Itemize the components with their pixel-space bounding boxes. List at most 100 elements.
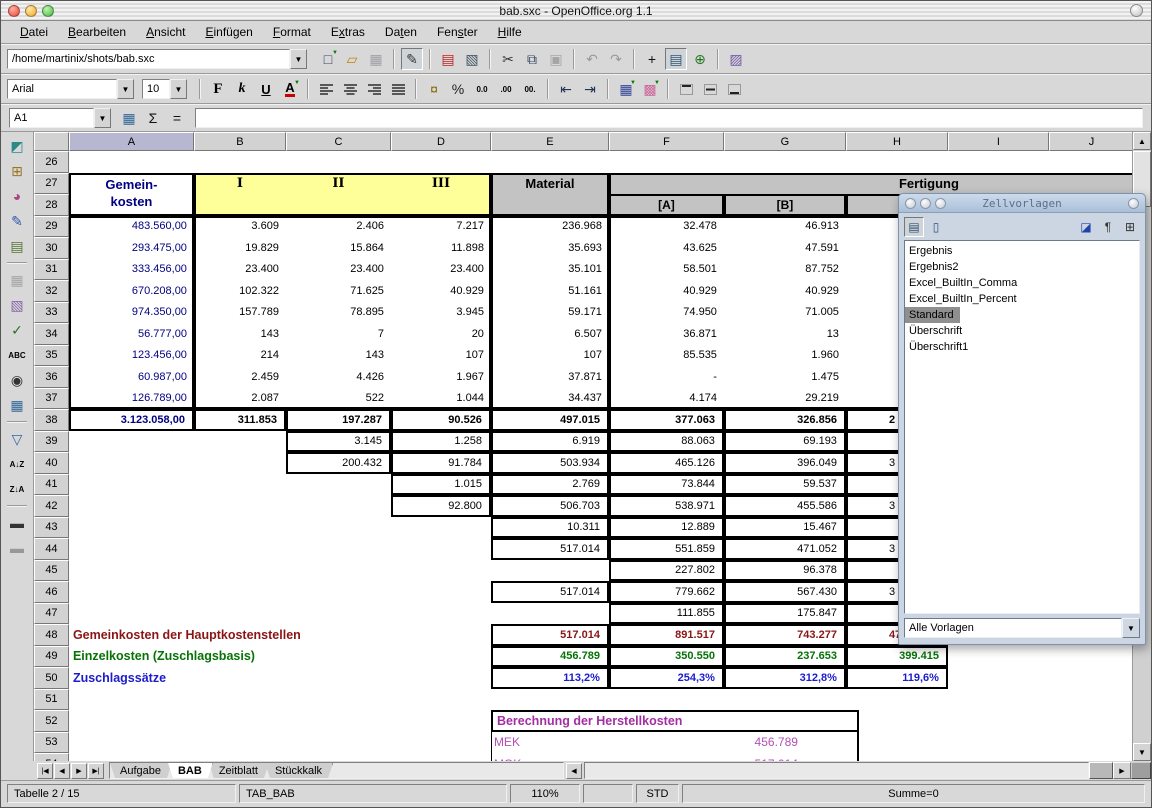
cell-E37[interactable]: 34.437 bbox=[491, 388, 609, 410]
cell-G48[interactable]: 743.277 bbox=[724, 624, 846, 646]
cell-D41[interactable]: 1.015 bbox=[391, 474, 491, 496]
font-name-dropdown-button[interactable]: ▼ bbox=[117, 79, 134, 99]
cell-F35[interactable]: 85.535 bbox=[609, 345, 724, 367]
sheet-tab-zeitblatt[interactable]: Zeitblatt bbox=[209, 763, 269, 778]
italic-icon[interactable]: k bbox=[231, 78, 253, 100]
scroll-down-button[interactable]: ▼ bbox=[1133, 743, 1151, 761]
cell-E35[interactable]: 107 bbox=[491, 345, 609, 367]
row-header-53[interactable]: 53 bbox=[34, 732, 69, 754]
font-size-dropdown-button[interactable]: ▼ bbox=[170, 79, 187, 99]
cell-D35[interactable]: 107 bbox=[391, 345, 491, 367]
cell-H49[interactable]: 399.415 bbox=[846, 646, 948, 668]
cell-B33[interactable]: 157.789 bbox=[194, 302, 286, 324]
cell-D42[interactable]: 92.800 bbox=[391, 495, 491, 517]
cell-D30[interactable]: 11.898 bbox=[391, 237, 491, 259]
open-icon[interactable]: ▱ bbox=[341, 48, 363, 70]
align-center-icon[interactable] bbox=[339, 78, 361, 100]
function-wizard-icon[interactable]: ▦ bbox=[118, 107, 140, 129]
cell-G49[interactable]: 237.653 bbox=[724, 646, 846, 668]
sheet-tab-aufgabe[interactable]: Aufgabe bbox=[110, 763, 172, 778]
autofilter-icon[interactable]: ▽ bbox=[6, 428, 28, 450]
cell-A35[interactable]: 123.456,00 bbox=[69, 345, 194, 367]
autoformat-icon[interactable]: ▦ bbox=[6, 269, 28, 291]
cell-G44[interactable]: 471.052 bbox=[724, 538, 846, 560]
row-header-43[interactable]: 43 bbox=[34, 517, 69, 539]
cell-C29[interactable]: 2.406 bbox=[286, 216, 391, 238]
insert-cells-icon[interactable]: ⊞ bbox=[6, 160, 28, 182]
sort-descending-icon[interactable]: Z↓A bbox=[6, 478, 28, 500]
theme-selection-icon[interactable]: ▧ bbox=[6, 294, 28, 316]
cell-C36[interactable]: 4.426 bbox=[286, 366, 391, 388]
first-sheet-button[interactable]: |◀ bbox=[37, 763, 53, 779]
undo-icon[interactable]: ↶ bbox=[581, 48, 603, 70]
cell-G34[interactable]: 13 bbox=[724, 323, 846, 345]
cell-B31[interactable]: 23.400 bbox=[194, 259, 286, 281]
borders-icon[interactable]: ▦▼ bbox=[615, 78, 637, 100]
row-header-28[interactable]: 28 bbox=[34, 194, 69, 216]
insert-icon[interactable]: ◩ bbox=[6, 135, 28, 157]
menu-daten[interactable]: Daten bbox=[376, 23, 426, 41]
cell-E32[interactable]: 51.161 bbox=[491, 280, 609, 302]
row-header-51[interactable]: 51 bbox=[34, 689, 69, 711]
cell-A34[interactable]: 56.777,00 bbox=[69, 323, 194, 345]
cell-F44[interactable]: 551.859 bbox=[609, 538, 724, 560]
cell-F48[interactable]: 891.517 bbox=[609, 624, 724, 646]
cell-G35[interactable]: 1.960 bbox=[724, 345, 846, 367]
cell-C34[interactable]: 7 bbox=[286, 323, 391, 345]
style-item--berschrift1[interactable]: Überschrift1 bbox=[905, 339, 1139, 355]
cell-G46[interactable]: 567.430 bbox=[724, 581, 846, 603]
column-header-H[interactable]: H bbox=[846, 132, 948, 151]
cell-E50[interactable]: 113,2% bbox=[491, 667, 609, 689]
cell-E54[interactable]: MGK bbox=[491, 753, 609, 761]
sheet-tab-stckkalk[interactable]: Stückkalk bbox=[265, 763, 333, 778]
align-left-icon[interactable] bbox=[315, 78, 337, 100]
cell-B37[interactable]: 2.087 bbox=[194, 388, 286, 410]
row-header-40[interactable]: 40 bbox=[34, 452, 69, 474]
cell-B38[interactable]: 311.853 bbox=[194, 409, 286, 431]
style-item-excel-builtin-percent[interactable]: Excel_BuiltIn_Percent bbox=[905, 291, 1139, 307]
cell-G40[interactable]: 396.049 bbox=[724, 452, 846, 474]
cell-C30[interactable]: 15.864 bbox=[286, 237, 391, 259]
row-header-48[interactable]: 48 bbox=[34, 624, 69, 646]
cell-B32[interactable]: 102.322 bbox=[194, 280, 286, 302]
cell-C39[interactable]: 3.145 bbox=[286, 431, 391, 453]
menu-ansicht[interactable]: Ansicht bbox=[137, 23, 194, 41]
style-filter-input[interactable] bbox=[904, 618, 1122, 638]
cell-D38[interactable]: 90.526 bbox=[391, 409, 491, 431]
sheet-tab-bab[interactable]: BAB bbox=[168, 763, 213, 778]
cell-F43[interactable]: 12.889 bbox=[609, 517, 724, 539]
column-header-C[interactable]: C bbox=[286, 132, 391, 151]
cell-D39[interactable]: 1.258 bbox=[391, 431, 491, 453]
column-header-D[interactable]: D bbox=[391, 132, 491, 151]
cell-F54[interactable]: 517.014 bbox=[609, 753, 858, 761]
cell-D27[interactable]: III bbox=[391, 173, 491, 195]
row-header-26[interactable]: 26 bbox=[34, 151, 69, 173]
cell-E38[interactable]: 497.015 bbox=[491, 409, 609, 431]
draw-functions-icon[interactable]: ✎ bbox=[6, 210, 28, 232]
column-header-F[interactable]: F bbox=[609, 132, 724, 151]
cell-C37[interactable]: 522 bbox=[286, 388, 391, 410]
row-header-29[interactable]: 29 bbox=[34, 216, 69, 238]
export-pdf-icon[interactable]: ▤ bbox=[437, 48, 459, 70]
cell-A31[interactable]: 333.456,00 bbox=[69, 259, 194, 281]
cell-G41[interactable]: 59.537 bbox=[724, 474, 846, 496]
percent-format-icon[interactable]: % bbox=[447, 78, 469, 100]
cell-F40[interactable]: 465.126 bbox=[609, 452, 724, 474]
cell-F34[interactable]: 36.871 bbox=[609, 323, 724, 345]
cell-F41[interactable]: 73.844 bbox=[609, 474, 724, 496]
cell-F42[interactable]: 538.971 bbox=[609, 495, 724, 517]
cell-B36[interactable]: 2.459 bbox=[194, 366, 286, 388]
cell-E46[interactable]: 517.014 bbox=[491, 581, 609, 603]
menu-extras[interactable]: Extras bbox=[322, 23, 374, 41]
column-header-B[interactable]: B bbox=[194, 132, 286, 151]
cell-G50[interactable]: 312,8% bbox=[724, 667, 846, 689]
cell-D29[interactable]: 7.217 bbox=[391, 216, 491, 238]
cell-G42[interactable]: 455.586 bbox=[724, 495, 846, 517]
cell-E52[interactable]: Berechnung der Herstellkosten bbox=[491, 710, 859, 732]
column-header-A[interactable]: A bbox=[69, 132, 194, 151]
stylist-right-button[interactable] bbox=[1128, 198, 1139, 209]
style-item--berschrift[interactable]: Überschrift bbox=[905, 323, 1139, 339]
cell-A33[interactable]: 974.350,00 bbox=[69, 302, 194, 324]
hyperlink-icon[interactable]: ⊕ bbox=[689, 48, 711, 70]
row-header-44[interactable]: 44 bbox=[34, 538, 69, 560]
